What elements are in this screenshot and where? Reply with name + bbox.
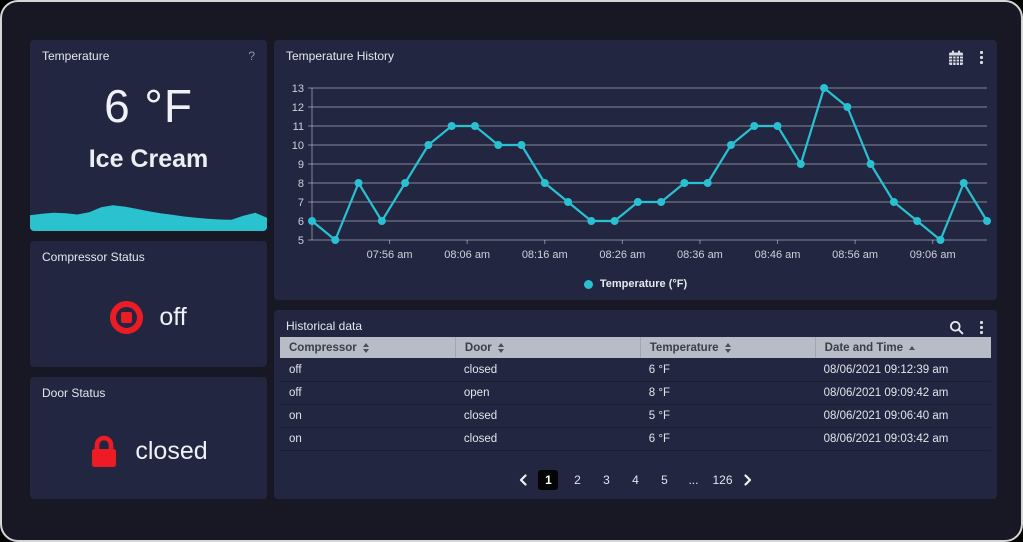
temperature-sparkline-chart [30, 198, 267, 231]
column-header-door[interactable]: Door [455, 337, 640, 358]
page-button-126[interactable]: 126 [712, 470, 732, 490]
svg-text:8: 8 [298, 178, 304, 190]
table-cell: 6 °F [640, 364, 815, 376]
page-button-5[interactable]: 5 [654, 470, 674, 490]
temperature-value: 6 °F [30, 79, 267, 133]
table-body: offclosed6 °F08/06/2021 09:12:39 amoffop… [280, 359, 991, 451]
chevron-right-icon[interactable] [742, 474, 753, 486]
legend-dot-icon [584, 280, 593, 289]
svg-text:08:56 am: 08:56 am [832, 249, 878, 261]
table-cell: open [455, 387, 640, 399]
svg-text:09:06 am: 09:06 am [910, 249, 956, 261]
sort-icon [498, 343, 504, 353]
door-status-panel: Door Status closed [30, 377, 267, 499]
table-row: offopen8 °F08/06/2021 09:09:42 am [280, 382, 991, 405]
table-cell: closed [455, 433, 640, 445]
temperature-history-panel: Temperature History 5 6 7 8 9 10 11 12 13 07:56 a… [274, 40, 997, 300]
calendar-icon[interactable] [948, 50, 964, 66]
table-cell: 6 °F [640, 433, 815, 445]
svg-text:08:36 am: 08:36 am [677, 249, 723, 261]
column-label: Temperature [650, 342, 719, 354]
temperature-product-label: Ice Cream [30, 145, 267, 174]
svg-text:11: 11 [293, 121, 304, 133]
temperature-history-chart[interactable]: 5 6 7 8 9 10 11 12 13 07:56 am 08:06 am 08:16 am 08:… [274, 80, 997, 265]
column-label: Compressor [289, 342, 357, 354]
table-cell: on [280, 433, 455, 445]
door-panel-title: Door Status [42, 386, 105, 400]
table-row: onclosed6 °F08/06/2021 09:03:42 am [280, 428, 991, 451]
temperature-panel-title: Temperature [42, 49, 109, 63]
chevron-left-icon[interactable] [518, 474, 529, 486]
historical-data-panel: Historical data Compressor Door Temperatur… [274, 310, 997, 499]
page-button-4[interactable]: 4 [625, 470, 645, 490]
table-cell: 8 °F [640, 387, 815, 399]
table-cell: 5 °F [640, 410, 815, 422]
svg-text:12: 12 [292, 102, 304, 114]
dashboard-window: Temperature ? 6 °F Ice Cream Compressor … [0, 0, 1023, 542]
svg-text:08:16 am: 08:16 am [522, 249, 568, 261]
column-header-temperature[interactable]: Temperature [640, 337, 815, 358]
compressor-status-value: off [159, 303, 186, 332]
chart-legend[interactable]: Temperature (°F) [274, 278, 997, 290]
svg-text:08:06 am: 08:06 am [444, 249, 490, 261]
kebab-menu-icon[interactable] [978, 49, 985, 66]
legend-label: Temperature (°F) [600, 278, 687, 290]
table-header-row: Compressor Door Temperature Date and Time [280, 337, 991, 358]
door-status-value: closed [135, 437, 207, 466]
table-cell: closed [455, 410, 640, 422]
lock-icon [89, 433, 119, 469]
page-ellipsis: ... [683, 470, 703, 490]
pagination: 12345... 126 [274, 470, 997, 490]
historical-panel-title: Historical data [286, 319, 362, 333]
column-header-date-and-time[interactable]: Date and Time [815, 337, 991, 358]
column-label: Date and Time [825, 342, 903, 354]
kebab-menu-icon[interactable] [978, 319, 985, 336]
page-button-2[interactable]: 2 [567, 470, 587, 490]
temperature-panel: Temperature ? 6 °F Ice Cream [30, 40, 267, 231]
table-cell: 08/06/2021 09:03:42 am [815, 433, 991, 445]
table-cell: on [280, 410, 455, 422]
page-button-3[interactable]: 3 [596, 470, 616, 490]
svg-text:08:46 am: 08:46 am [755, 249, 801, 261]
help-icon[interactable]: ? [248, 49, 255, 63]
sort-icon [725, 343, 731, 353]
table-cell: 08/06/2021 09:09:42 am [815, 387, 991, 399]
table-row: offclosed6 °F08/06/2021 09:12:39 am [280, 359, 991, 382]
svg-text:7: 7 [298, 197, 304, 209]
svg-text:5: 5 [298, 235, 304, 247]
table-cell: off [280, 364, 455, 376]
column-label: Door [465, 342, 492, 354]
sort-icon [363, 343, 369, 353]
sort-icon [909, 346, 915, 350]
table-cell: closed [455, 364, 640, 376]
history-panel-title: Temperature History [286, 49, 394, 63]
table-cell: 08/06/2021 09:06:40 am [815, 410, 991, 422]
column-header-compressor[interactable]: Compressor [280, 337, 455, 358]
compressor-status-panel: Compressor Status off [30, 241, 267, 367]
compressor-panel-title: Compressor Status [42, 250, 145, 264]
svg-text:9: 9 [298, 159, 304, 171]
svg-text:08:26 am: 08:26 am [599, 249, 645, 261]
svg-text:10: 10 [292, 140, 304, 152]
svg-text:6: 6 [298, 216, 304, 228]
search-icon[interactable] [949, 320, 964, 335]
svg-text:07:56 am: 07:56 am [367, 249, 413, 261]
table-cell: off [280, 387, 455, 399]
table-cell: 08/06/2021 09:12:39 am [815, 364, 991, 376]
stop-icon [110, 301, 143, 334]
table-row: onclosed5 °F08/06/2021 09:06:40 am [280, 405, 991, 428]
svg-text:13: 13 [292, 83, 304, 95]
page-button-1[interactable]: 1 [538, 470, 558, 490]
